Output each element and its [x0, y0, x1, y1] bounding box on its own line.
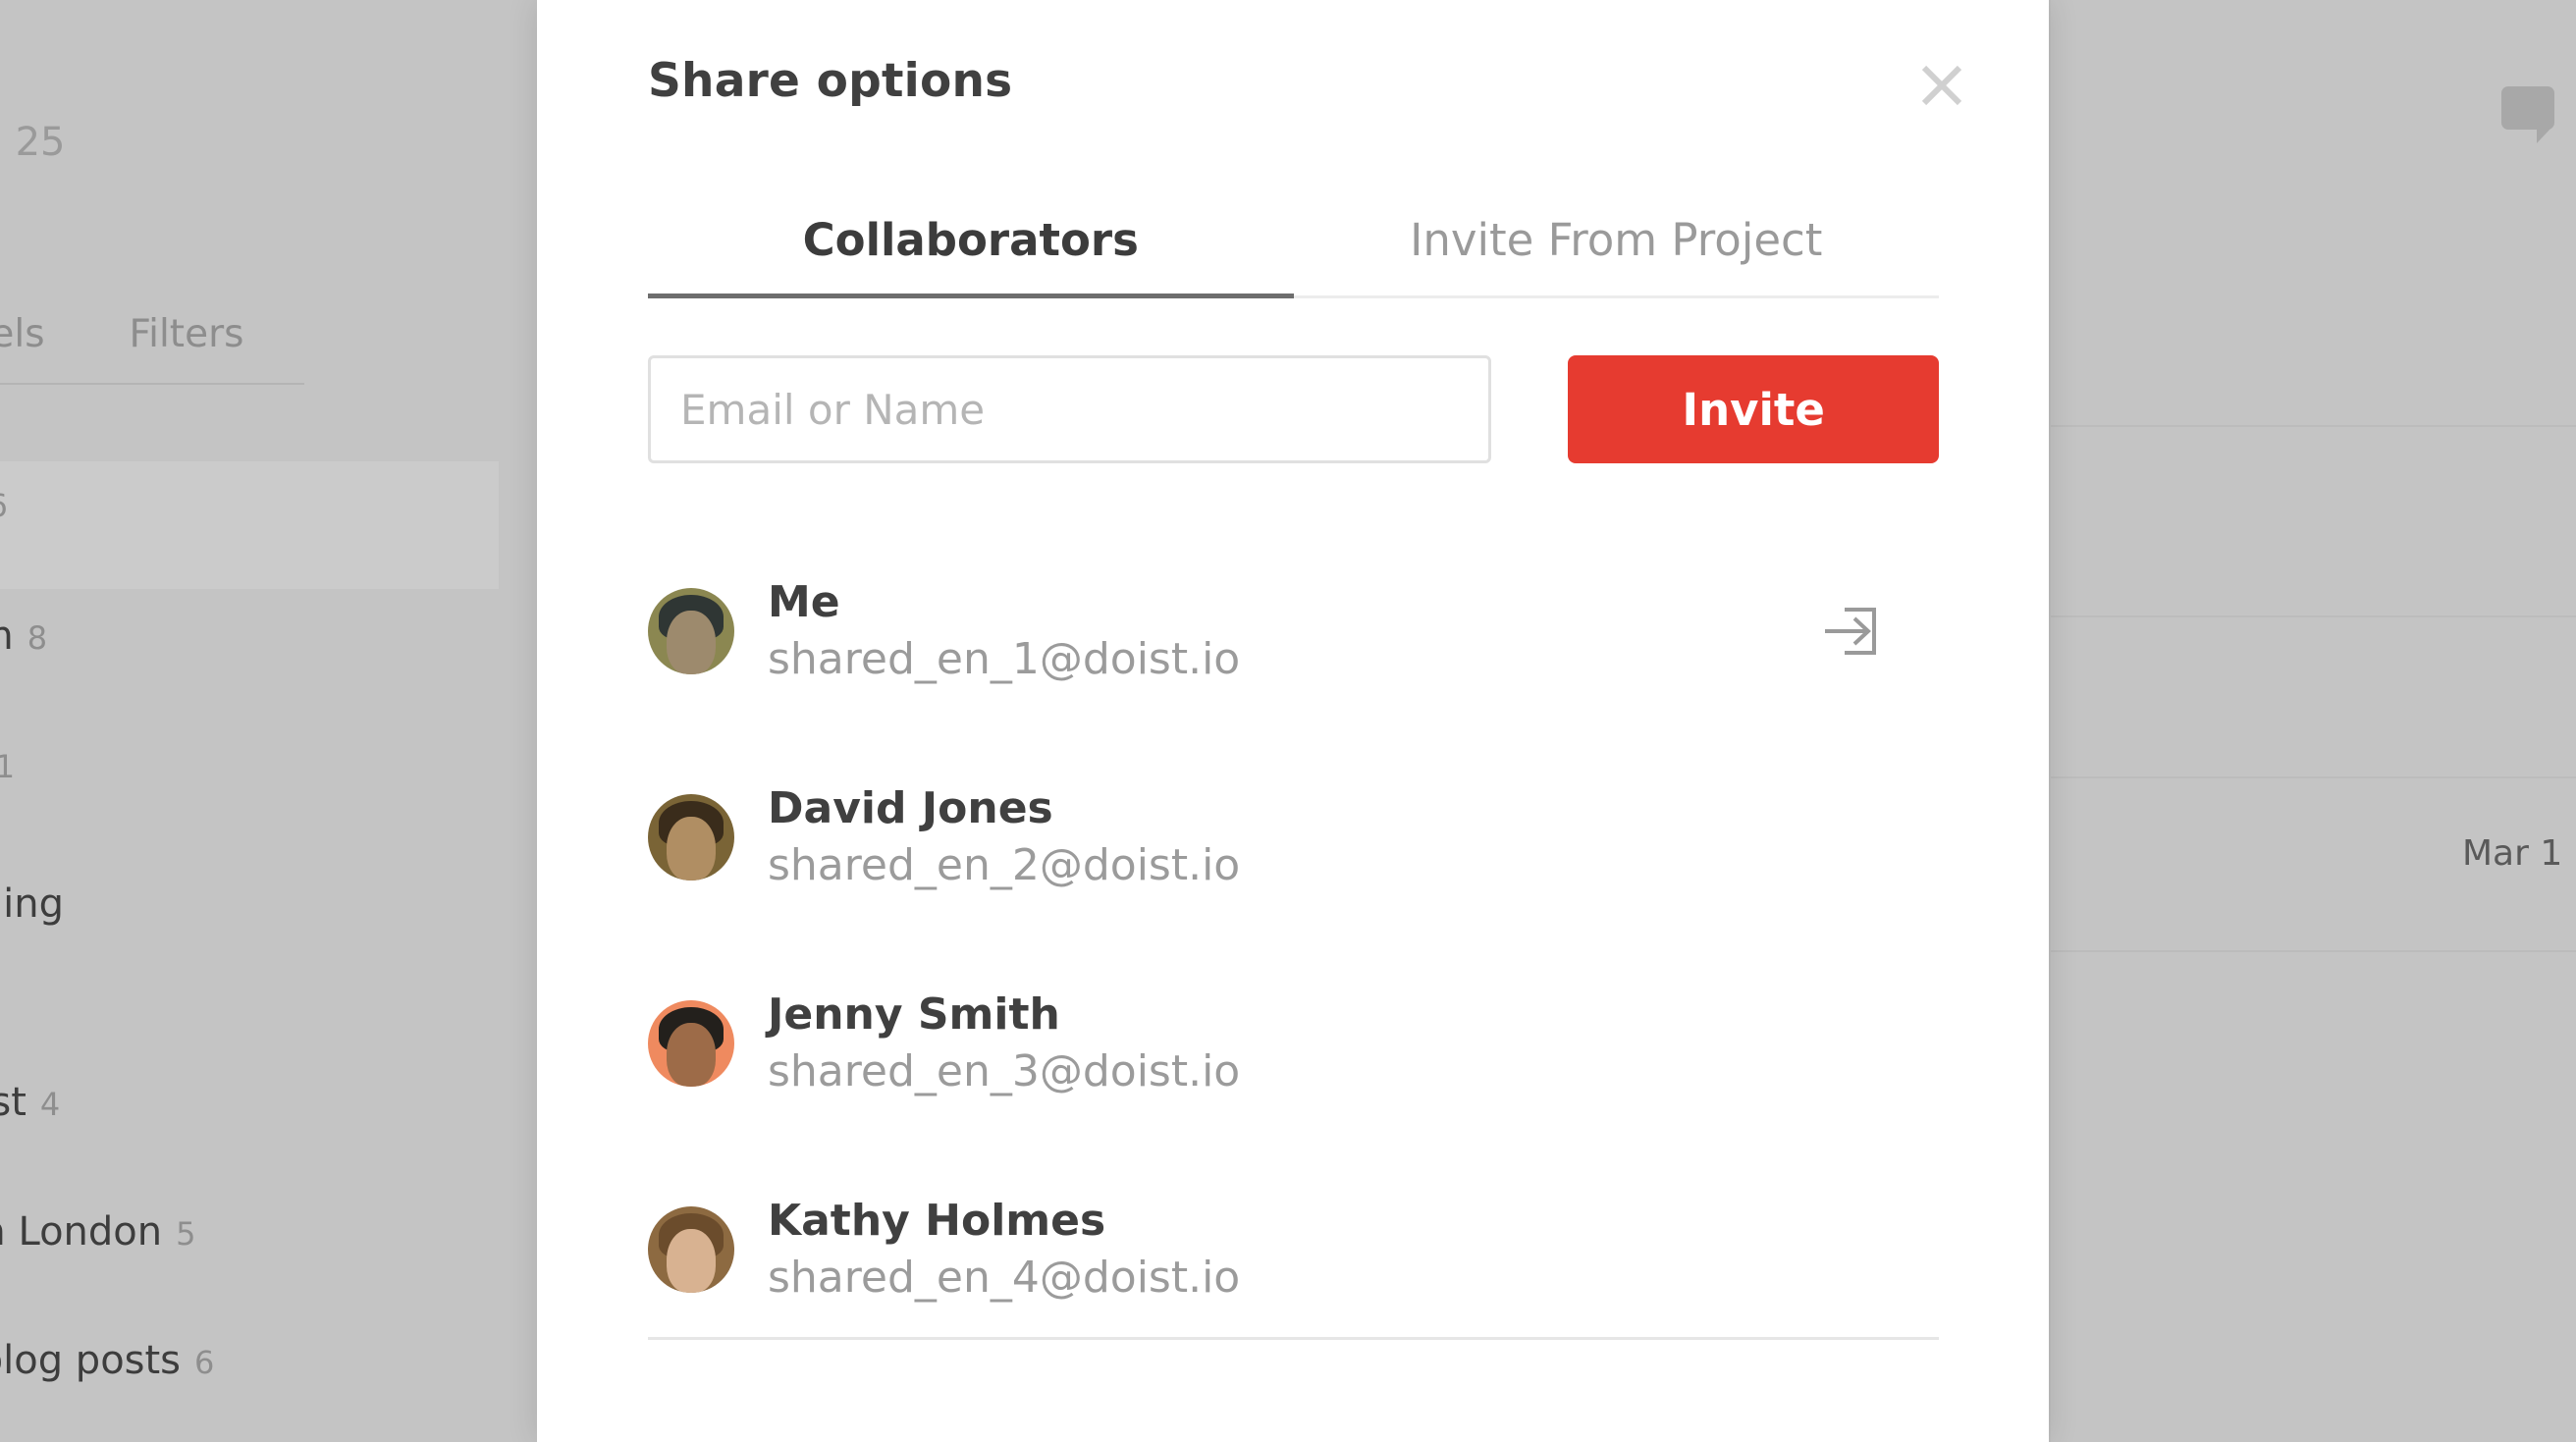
tab-invite-from-project[interactable]: Invite From Project — [1294, 196, 1940, 295]
background-page-title: ys 25 — [0, 110, 66, 168]
collaborator-list-divider — [648, 1337, 1939, 1340]
background-tab-filters[interactable]: Filters — [130, 312, 244, 356]
close-icon[interactable] — [1905, 49, 1978, 122]
background-tab-labels[interactable]: Labels — [0, 312, 45, 356]
background-project-item-3[interactable]: training — [0, 881, 64, 927]
modal-header: Share options — [537, 0, 2049, 167]
background-content-area — [2049, 0, 2576, 1442]
collaborator-email: shared_en_2@doist.io — [768, 840, 1241, 890]
background-project-label-3: training — [0, 881, 64, 927]
page-title: Share options — [648, 54, 1013, 108]
email-or-name-input[interactable] — [648, 355, 1492, 463]
collaborator-email: shared_en_1@doist.io — [768, 634, 1241, 684]
background-project-item-7[interactable]: for blog posts 6 — [0, 1338, 214, 1383]
background-project-count-5: 4 — [39, 1086, 61, 1123]
background-content-divider-1 — [2051, 615, 2576, 617]
avatar — [648, 794, 734, 881]
background-project-label-6: ce in London — [0, 1209, 163, 1255]
background-tabs: Labels Filters — [0, 312, 510, 356]
avatar — [648, 588, 734, 674]
screen-root: ys 25 Labels Filters am6 team 8 dos1 train… — [0, 0, 2576, 1442]
collaborator-info: Me shared_en_1@doist.io — [768, 576, 1241, 684]
background-project-item-2[interactable]: dos1 — [0, 742, 15, 787]
leave-project-icon[interactable] — [1813, 592, 1892, 670]
background-page-title-count: 25 — [15, 120, 66, 165]
collaborator-row[interactable]: Kathy Holmes shared_en_4@doist.io — [648, 1147, 1939, 1353]
comment-bubble-icon[interactable] — [2501, 86, 2554, 143]
background-project-item-6[interactable]: ce in London 5 — [0, 1209, 195, 1255]
invite-row: Invite — [648, 355, 1939, 463]
collaborator-info: David Jones shared_en_2@doist.io — [768, 782, 1241, 890]
avatar — [648, 1206, 734, 1293]
collaborator-name: Kathy Holmes — [768, 1195, 1106, 1246]
share-options-modal: Share options Collaborators Invite From … — [537, 0, 2049, 1442]
background-project-label-5: es list — [0, 1080, 27, 1125]
background-tabs-rule — [0, 383, 304, 385]
avatar — [648, 1000, 734, 1087]
background-project-label-1: team — [0, 614, 14, 659]
background-content-divider-0 — [2051, 425, 2576, 427]
collaborator-row[interactable]: Jenny Smith shared_en_3@doist.io — [648, 940, 1939, 1147]
background-project-count-2: 1 — [0, 748, 15, 785]
collaborator-list: Me shared_en_1@doist.io David Jones shar… — [648, 528, 1939, 1353]
background-project-item-0[interactable]: am6 — [0, 481, 8, 526]
background-project-item-5[interactable]: es list 4 — [0, 1080, 60, 1125]
collaborator-name: Me — [768, 576, 840, 627]
invite-button[interactable]: Invite — [1568, 355, 1939, 463]
collaborator-info: Jenny Smith shared_en_3@doist.io — [768, 988, 1241, 1096]
collaborator-email: shared_en_3@doist.io — [768, 1046, 1241, 1096]
tab-collaborators[interactable]: Collaborators — [648, 196, 1294, 298]
background-date-label: Mar 1 — [2462, 833, 2563, 874]
background-sidebar: ys 25 Labels Filters am6 team 8 dos1 train… — [0, 0, 539, 1442]
collaborator-info: Kathy Holmes shared_en_4@doist.io — [768, 1195, 1241, 1303]
collaborator-email: shared_en_4@doist.io — [768, 1253, 1241, 1303]
background-project-item-1[interactable]: team 8 — [0, 614, 47, 659]
background-content-divider-3 — [2051, 950, 2576, 952]
background-project-count-6: 5 — [176, 1215, 196, 1253]
collaborator-row[interactable]: Me shared_en_1@doist.io — [648, 528, 1939, 734]
background-project-label-7: for blog posts — [0, 1338, 182, 1383]
collaborator-row[interactable]: David Jones shared_en_2@doist.io — [648, 734, 1939, 940]
background-project-count-1: 8 — [27, 619, 48, 657]
modal-tabs: Collaborators Invite From Project — [648, 196, 1939, 298]
collaborator-name: David Jones — [768, 782, 1053, 833]
background-content-divider-2 — [2051, 776, 2576, 778]
background-project-count-0: 6 — [0, 487, 8, 524]
background-project-highlight — [0, 461, 499, 589]
collaborator-name: Jenny Smith — [768, 988, 1060, 1040]
background-project-count-7: 6 — [194, 1344, 215, 1381]
background-page-title-text: ys — [0, 110, 2, 168]
